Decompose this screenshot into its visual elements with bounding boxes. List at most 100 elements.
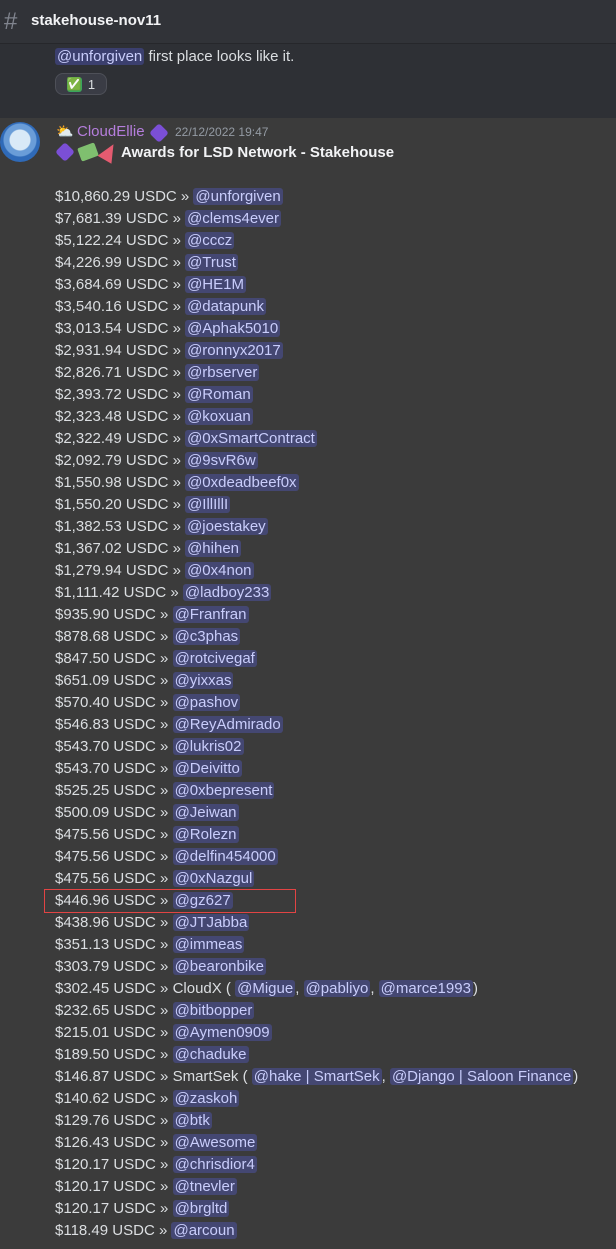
user-mention[interactable]: @chrisdior4 (172, 1156, 257, 1173)
user-mention[interactable]: @unforgiven (55, 48, 145, 65)
award-row: $118.49 USDC » @arcoun (55, 1220, 615, 1242)
award-row: $3,013.54 USDC » @Aphak5010 (55, 318, 615, 340)
user-mention[interactable]: @marce1993 (378, 980, 473, 997)
award-amount: $120.17 USDC » (55, 1200, 173, 1217)
user-mention[interactable]: @hihen (185, 540, 242, 557)
award-amount: $546.83 USDC » (55, 716, 173, 733)
award-amount: $351.13 USDC » (55, 936, 173, 953)
user-mention[interactable]: @clems4ever (185, 210, 281, 227)
award-row: $570.40 USDC » @pashov (55, 692, 615, 714)
user-mention[interactable]: @chaduke (172, 1046, 249, 1063)
award-row: $4,226.99 USDC » @Trust (55, 252, 615, 274)
award-row: $120.17 USDC » @brgltd (55, 1198, 615, 1220)
user-mention[interactable]: @yixxas (172, 672, 234, 689)
user-mention[interactable]: @ReyAdmirado (172, 716, 283, 733)
award-amount: $146.87 USDC » SmartSek ( (55, 1068, 248, 1085)
award-row: $475.56 USDC » @0xNazgul (55, 868, 615, 890)
award-amount: $878.68 USDC » (55, 628, 173, 645)
user-mention[interactable]: @delfin454000 (172, 848, 278, 865)
user-mention[interactable]: @0xdeadbeef0x (185, 474, 299, 491)
award-row: $475.56 USDC » @delfin454000 (55, 846, 615, 868)
user-mention[interactable]: @koxuan (185, 408, 253, 425)
user-mention[interactable]: @0x4non (185, 562, 254, 579)
user-mention[interactable]: @Django | Saloon Finance (389, 1068, 574, 1085)
award-row: $120.17 USDC » @chrisdior4 (55, 1154, 615, 1176)
user-mention[interactable]: @unforgiven (193, 188, 283, 205)
user-mention[interactable]: @9svR6w (185, 452, 258, 469)
user-mention[interactable]: @bearonbike (172, 958, 267, 975)
user-mention[interactable]: @Aymen0909 (172, 1024, 272, 1041)
author-name[interactable]: CloudEllie (77, 123, 145, 140)
user-mention[interactable]: @Jeiwan (172, 804, 239, 821)
user-mention[interactable]: @zaskoh (172, 1090, 240, 1107)
reaction-checkmark[interactable]: ✅ 1 (55, 73, 107, 95)
user-mention[interactable]: @Awesome (172, 1134, 258, 1151)
award-amount: $2,323.48 USDC » (55, 408, 186, 425)
user-mention[interactable]: @Trust (185, 254, 238, 271)
award-amount: $475.56 USDC » (55, 848, 173, 865)
award-row: $303.79 USDC » @bearonbike (55, 956, 615, 978)
award-row: $475.56 USDC » @Rolezn (55, 824, 615, 846)
award-amount: $2,322.49 USDC » (55, 430, 186, 447)
award-row: $2,323.48 USDC » @koxuan (55, 406, 615, 428)
user-mention[interactable]: @ronnyx2017 (185, 342, 283, 359)
user-mention[interactable]: @Deivitto (172, 760, 242, 777)
gem-emoji-icon (55, 142, 75, 162)
user-mention[interactable]: @HE1M (185, 276, 246, 293)
award-row: $878.68 USDC » @c3phas (55, 626, 615, 648)
user-mention[interactable]: @JTJabba (172, 914, 250, 931)
user-mention[interactable]: @0xNazgul (172, 870, 255, 887)
user-mention[interactable]: @Migue (235, 980, 296, 997)
award-amount: $189.50 USDC » (55, 1046, 173, 1063)
award-amount: $2,393.72 USDC » (55, 386, 186, 403)
user-mention[interactable]: @0xbepresent (172, 782, 275, 799)
highlight-box (44, 889, 296, 913)
award-row: $351.13 USDC » @immeas (55, 934, 615, 956)
user-mention[interactable]: @tnevler (172, 1178, 237, 1195)
award-row: $129.76 USDC » @btk (55, 1110, 615, 1132)
user-mention[interactable]: @pashov (172, 694, 241, 711)
user-mention[interactable]: @btk (172, 1112, 212, 1129)
user-mention[interactable]: @pabliyo (303, 980, 371, 997)
user-mention[interactable]: @0xSmartContract (185, 430, 317, 447)
previous-message-text: @unforgiven first place looks like it. (55, 48, 294, 65)
user-mention[interactable]: @Aphak5010 (185, 320, 281, 337)
user-mention[interactable]: @hake | SmartSek (251, 1068, 382, 1085)
user-mention[interactable]: @bitbopper (172, 1002, 255, 1019)
user-mention[interactable]: @ladboy233 (182, 584, 272, 601)
award-amount: $1,550.98 USDC » (55, 474, 186, 491)
award-row: $126.43 USDC » @Awesome (55, 1132, 615, 1154)
award-amount: $2,092.79 USDC » (55, 452, 186, 469)
award-row: $2,322.49 USDC » @0xSmartContract (55, 428, 615, 450)
award-row: $189.50 USDC » @chaduke (55, 1044, 615, 1066)
user-mention[interactable]: @rbserver (185, 364, 260, 381)
avatar[interactable] (0, 122, 40, 162)
award-amount: $570.40 USDC » (55, 694, 173, 711)
cloud-icon: ⛅ (56, 123, 74, 139)
award-amount: $232.65 USDC » (55, 1002, 173, 1019)
user-mention[interactable]: @Rolezn (172, 826, 239, 843)
award-amount: $475.56 USDC » (55, 870, 173, 887)
user-mention[interactable]: @Roman (185, 386, 253, 403)
award-row: $120.17 USDC » @tnevler (55, 1176, 615, 1198)
award-row: $546.83 USDC » @ReyAdmirado (55, 714, 615, 736)
award-row: $140.62 USDC » @zaskoh (55, 1088, 615, 1110)
award-row: $10,860.29 USDC » @unforgiven (55, 186, 615, 208)
user-mention[interactable]: @Franfran (172, 606, 249, 623)
message-timestamp: 22/12/2022 19:47 (175, 125, 269, 139)
user-mention[interactable]: @datapunk (185, 298, 267, 315)
award-row: $543.70 USDC » @Deivitto (55, 758, 615, 780)
user-mention[interactable]: @arcoun (171, 1222, 237, 1239)
user-mention[interactable]: @rotcivegaf (172, 650, 257, 667)
user-mention[interactable]: @immeas (172, 936, 245, 953)
user-mention[interactable]: @c3phas (172, 628, 241, 645)
award-row: $1,550.98 USDC » @0xdeadbeef0x (55, 472, 615, 494)
award-row: $500.09 USDC » @Jeiwan (55, 802, 615, 824)
award-amount: $120.17 USDC » (55, 1178, 173, 1195)
user-mention[interactable]: @brgltd (172, 1200, 230, 1217)
user-mention[interactable]: @IllIllI (185, 496, 231, 513)
award-row: $935.90 USDC » @Franfran (55, 604, 615, 626)
user-mention[interactable]: @joestakey (185, 518, 268, 535)
user-mention[interactable]: @cccz (185, 232, 235, 249)
user-mention[interactable]: @lukris02 (172, 738, 244, 755)
